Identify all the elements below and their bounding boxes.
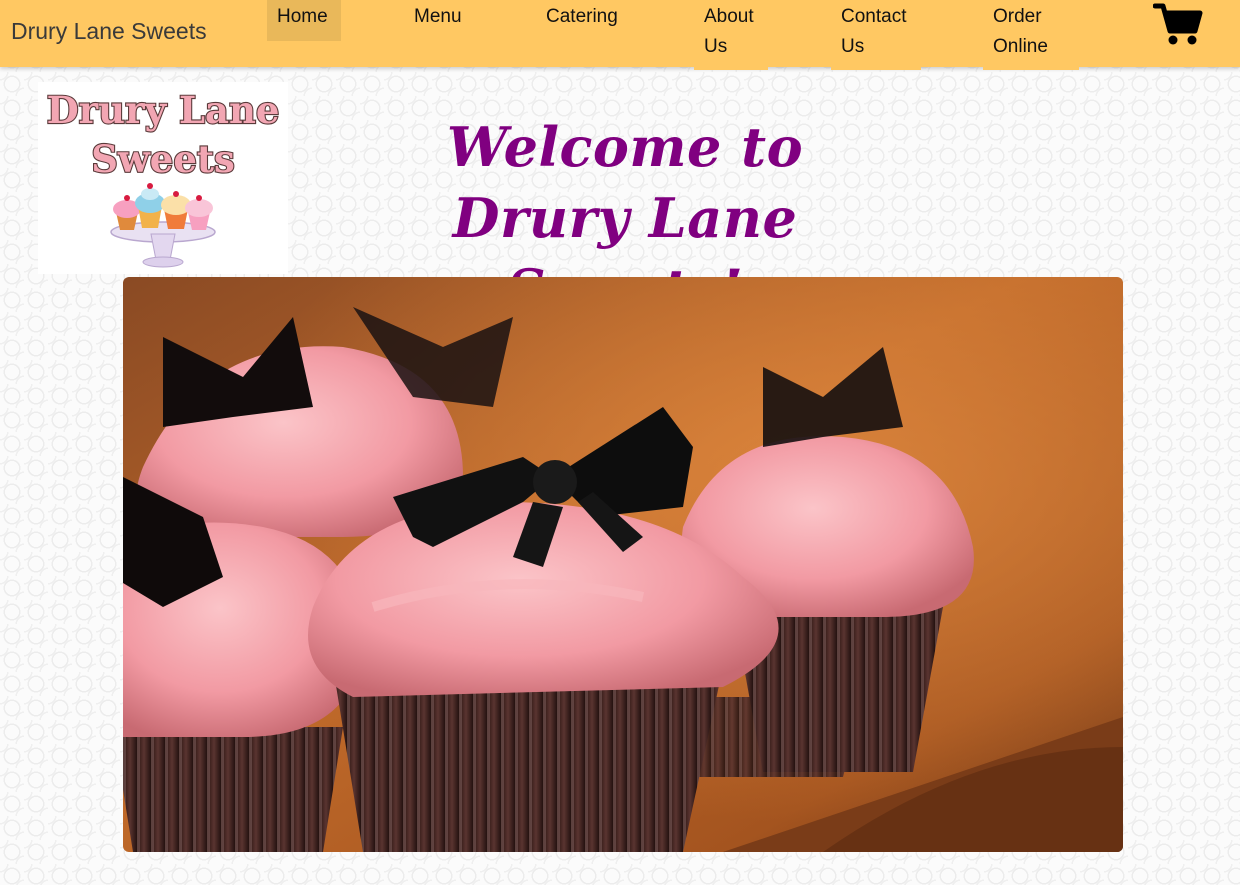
nav-item-about-us[interactable]: About Us — [694, 0, 768, 70]
nav-item-catering[interactable]: Catering — [536, 0, 628, 32]
brand-link[interactable]: Drury Lane Sweets — [11, 18, 207, 45]
logo-text-line1: Drury Lane — [47, 88, 280, 132]
top-navbar: Drury Lane Sweets Home Menu Catering Abo… — [0, 0, 1240, 70]
cupcake-stand-icon — [110, 183, 216, 268]
nav-item-contact-us[interactable]: Contact Us — [831, 0, 921, 70]
nav-item-order-online[interactable]: Order Online — [983, 0, 1079, 70]
shopping-cart-icon[interactable] — [1152, 2, 1203, 46]
logo-text-line2: Sweets — [91, 137, 235, 181]
hero-cupcakes-image — [123, 277, 1123, 852]
nav-item-menu[interactable]: Menu — [404, 0, 472, 32]
site-logo[interactable]: Drury Lane Sweets — [38, 82, 288, 274]
nav-item-home[interactable]: Home — [267, 0, 341, 41]
